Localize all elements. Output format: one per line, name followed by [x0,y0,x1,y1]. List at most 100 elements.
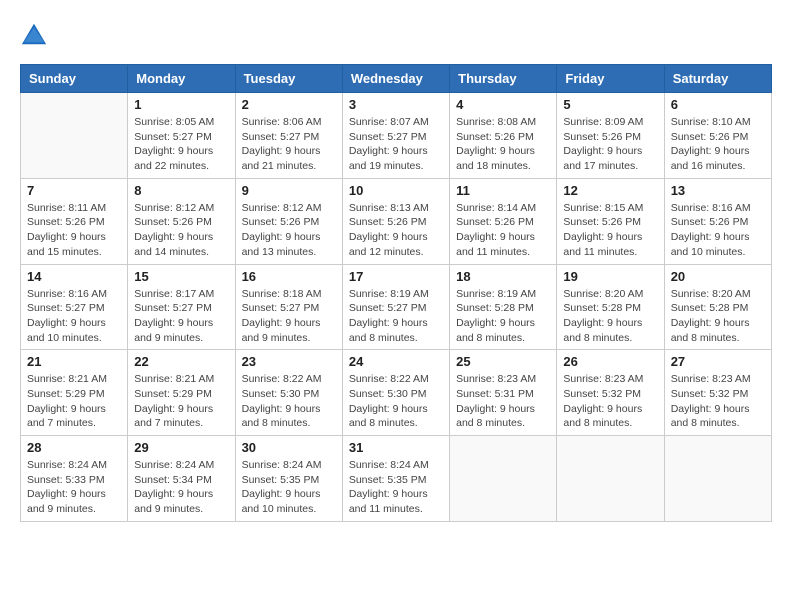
calendar-cell: 31 Sunrise: 8:24 AM Sunset: 5:35 PM Dayli… [342,436,449,522]
calendar-cell: 22 Sunrise: 8:21 AM Sunset: 5:29 PM Dayli… [128,350,235,436]
calendar-cell: 27 Sunrise: 8:23 AM Sunset: 5:32 PM Dayli… [664,350,771,436]
day-number: 25 [456,354,550,369]
day-number: 11 [456,183,550,198]
day-info: Sunrise: 8:20 AM Sunset: 5:28 PM Dayligh… [563,287,657,346]
calendar-cell: 4 Sunrise: 8:08 AM Sunset: 5:26 PM Daylig… [450,93,557,179]
calendar-cell: 12Sunrise: 8:15 AM Sunset: 5:26 PM Dayli… [557,178,664,264]
calendar-cell: 28 Sunrise: 8:24 AM Sunset: 5:33 PM Dayli… [21,436,128,522]
day-number: 28 [27,440,121,455]
page-header [20,20,772,48]
day-info: Sunrise: 8:21 AM Sunset: 5:29 PM Dayligh… [27,372,121,431]
calendar-cell: 13 Sunrise: 8:16 AM Sunset: 5:26 PM Dayli… [664,178,771,264]
day-info: Sunrise: 8:09 AM Sunset: 5:26 PM Dayligh… [563,115,657,174]
day-number: 7 [27,183,121,198]
day-number: 18 [456,269,550,284]
day-number: 12 [563,183,657,198]
day-number: 3 [349,97,443,112]
calendar-cell: 24 Sunrise: 8:22 AM Sunset: 5:30 PM Dayli… [342,350,449,436]
day-info: Sunrise: 8:12 AM Sunset: 5:26 PM Dayligh… [242,201,336,260]
calendar-cell: 30 Sunrise: 8:24 AM Sunset: 5:35 PM Dayli… [235,436,342,522]
calendar-cell: 15 Sunrise: 8:17 AM Sunset: 5:27 PM Dayli… [128,264,235,350]
day-info: Sunrise: 8:23 AM Sunset: 5:32 PM Dayligh… [671,372,765,431]
day-number: 14 [27,269,121,284]
calendar-cell: 19 Sunrise: 8:20 AM Sunset: 5:28 PM Dayli… [557,264,664,350]
day-info: Sunrise: 8:10 AM Sunset: 5:26 PM Dayligh… [671,115,765,174]
day-number: 15 [134,269,228,284]
weekday-header-monday: Monday [128,65,235,93]
calendar-cell: 8 Sunrise: 8:12 AM Sunset: 5:26 PM Daylig… [128,178,235,264]
day-number: 13 [671,183,765,198]
calendar-cell [450,436,557,522]
calendar-cell: 3 Sunrise: 8:07 AM Sunset: 5:27 PM Daylig… [342,93,449,179]
calendar-cell: 23 Sunrise: 8:22 AM Sunset: 5:30 PM Dayli… [235,350,342,436]
day-info: Sunrise: 8:23 AM Sunset: 5:32 PM Dayligh… [563,372,657,431]
day-number: 2 [242,97,336,112]
weekday-header-thursday: Thursday [450,65,557,93]
day-info: Sunrise: 8:24 AM Sunset: 5:35 PM Dayligh… [242,458,336,517]
day-info: Sunrise: 8:13 AM Sunset: 5:26 PM Dayligh… [349,201,443,260]
day-info: Sunrise: 8:11 AM Sunset: 5:26 PM Dayligh… [27,201,121,260]
day-info: Sunrise: 8:08 AM Sunset: 5:26 PM Dayligh… [456,115,550,174]
day-info: Sunrise: 8:18 AM Sunset: 5:27 PM Dayligh… [242,287,336,346]
day-info: Sunrise: 8:24 AM Sunset: 5:33 PM Dayligh… [27,458,121,517]
day-number: 23 [242,354,336,369]
calendar-cell [664,436,771,522]
day-info: Sunrise: 8:20 AM Sunset: 5:28 PM Dayligh… [671,287,765,346]
day-info: Sunrise: 8:06 AM Sunset: 5:27 PM Dayligh… [242,115,336,174]
day-number: 1 [134,97,228,112]
day-info: Sunrise: 8:16 AM Sunset: 5:26 PM Dayligh… [671,201,765,260]
day-info: Sunrise: 8:22 AM Sunset: 5:30 PM Dayligh… [349,372,443,431]
day-info: Sunrise: 8:24 AM Sunset: 5:35 PM Dayligh… [349,458,443,517]
day-info: Sunrise: 8:19 AM Sunset: 5:27 PM Dayligh… [349,287,443,346]
calendar-cell: 7 Sunrise: 8:11 AM Sunset: 5:26 PM Daylig… [21,178,128,264]
calendar-cell: 14Sunrise: 8:16 AM Sunset: 5:27 PM Dayli… [21,264,128,350]
calendar-cell: 2 Sunrise: 8:06 AM Sunset: 5:27 PM Daylig… [235,93,342,179]
calendar-cell: 9 Sunrise: 8:12 AM Sunset: 5:26 PM Daylig… [235,178,342,264]
weekday-header-friday: Friday [557,65,664,93]
calendar-week-row-5: 28 Sunrise: 8:24 AM Sunset: 5:33 PM Dayli… [21,436,772,522]
weekday-header-wednesday: Wednesday [342,65,449,93]
calendar-cell: 10Sunrise: 8:13 AM Sunset: 5:26 PM Dayli… [342,178,449,264]
calendar-cell: 11Sunrise: 8:14 AM Sunset: 5:26 PM Dayli… [450,178,557,264]
day-number: 17 [349,269,443,284]
day-info: Sunrise: 8:05 AM Sunset: 5:27 PM Dayligh… [134,115,228,174]
day-number: 4 [456,97,550,112]
calendar-cell: 16 Sunrise: 8:18 AM Sunset: 5:27 PM Dayli… [235,264,342,350]
day-number: 22 [134,354,228,369]
logo-icon [20,20,48,48]
day-number: 26 [563,354,657,369]
calendar-cell: 5 Sunrise: 8:09 AM Sunset: 5:26 PM Daylig… [557,93,664,179]
day-info: Sunrise: 8:17 AM Sunset: 5:27 PM Dayligh… [134,287,228,346]
calendar-cell: 6 Sunrise: 8:10 AM Sunset: 5:26 PM Daylig… [664,93,771,179]
day-info: Sunrise: 8:23 AM Sunset: 5:31 PM Dayligh… [456,372,550,431]
day-number: 20 [671,269,765,284]
calendar-cell: 18Sunrise: 8:19 AM Sunset: 5:28 PM Dayli… [450,264,557,350]
day-number: 6 [671,97,765,112]
calendar-week-row-3: 14Sunrise: 8:16 AM Sunset: 5:27 PM Dayli… [21,264,772,350]
day-number: 24 [349,354,443,369]
day-info: Sunrise: 8:12 AM Sunset: 5:26 PM Dayligh… [134,201,228,260]
calendar-cell: 1 Sunrise: 8:05 AM Sunset: 5:27 PM Daylig… [128,93,235,179]
calendar-cell: 25 Sunrise: 8:23 AM Sunset: 5:31 PM Dayli… [450,350,557,436]
calendar-table: SundayMondayTuesdayWednesdayThursdayFrid… [20,64,772,522]
day-number: 16 [242,269,336,284]
day-info: Sunrise: 8:07 AM Sunset: 5:27 PM Dayligh… [349,115,443,174]
day-number: 9 [242,183,336,198]
day-number: 29 [134,440,228,455]
calendar-cell [21,93,128,179]
day-info: Sunrise: 8:22 AM Sunset: 5:30 PM Dayligh… [242,372,336,431]
weekday-header-sunday: Sunday [21,65,128,93]
weekday-header-tuesday: Tuesday [235,65,342,93]
logo [20,20,52,48]
day-number: 5 [563,97,657,112]
calendar-cell: 20 Sunrise: 8:20 AM Sunset: 5:28 PM Dayli… [664,264,771,350]
weekday-header-row: SundayMondayTuesdayWednesdayThursdayFrid… [21,65,772,93]
day-number: 19 [563,269,657,284]
calendar-cell: 17 Sunrise: 8:19 AM Sunset: 5:27 PM Dayli… [342,264,449,350]
day-number: 31 [349,440,443,455]
day-number: 8 [134,183,228,198]
weekday-header-saturday: Saturday [664,65,771,93]
day-number: 27 [671,354,765,369]
day-number: 30 [242,440,336,455]
day-info: Sunrise: 8:21 AM Sunset: 5:29 PM Dayligh… [134,372,228,431]
